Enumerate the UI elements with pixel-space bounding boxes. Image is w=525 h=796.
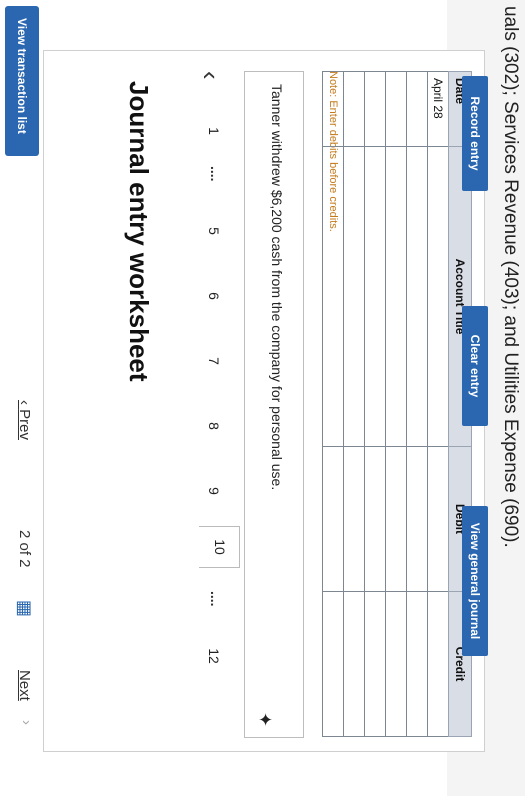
page-indicator: 2 of 2 (16, 530, 33, 568)
debit-input[interactable] (364, 446, 386, 592)
credit-input[interactable] (364, 591, 386, 737)
pager-item[interactable]: 7 (206, 341, 222, 381)
account-title-select[interactable] (343, 146, 365, 447)
table-row (385, 71, 407, 737)
journal-entry-panel: Journal entry worksheet ‹ 1 .... 5 6 7 8… (43, 50, 488, 752)
date-cell (385, 71, 407, 147)
pager-ellipsis: .... (208, 166, 224, 182)
debit-input[interactable] (385, 446, 407, 592)
debit-input[interactable] (406, 446, 428, 592)
debit-input[interactable] (343, 446, 365, 592)
pager-item[interactable]: 9 (206, 471, 222, 511)
record-entry-button[interactable]: Record entry (462, 76, 488, 191)
screen: uals (302); Services Revenue (403); and … (0, 0, 525, 796)
credit-input[interactable] (385, 591, 407, 737)
next-link[interactable]: Next (16, 670, 33, 701)
table-row: April 28 (427, 71, 449, 737)
pager-item[interactable]: 5 (206, 211, 222, 251)
pager-item-last[interactable]: 12 (206, 636, 222, 676)
view-transaction-list-button[interactable]: View transaction list (5, 6, 39, 156)
account-title-select[interactable] (406, 146, 428, 447)
clear-entry-button[interactable]: Clear entry (462, 306, 488, 426)
debit-input[interactable] (427, 446, 449, 592)
table-row (322, 71, 344, 737)
transaction-text: Tanner withdrew $6,200 cash from the com… (269, 84, 285, 491)
table-row (364, 71, 386, 737)
instruction-partial: uals (302); Services Revenue (403); and … (500, 6, 521, 548)
credit-input[interactable] (322, 591, 344, 737)
entry-pager: ‹ 1 .... 5 6 7 8 9 10 .... 12 (184, 71, 244, 751)
cursor-icon: ✦ (255, 712, 275, 728)
table-row (343, 71, 365, 737)
date-cell (343, 71, 365, 147)
pager-item[interactable]: 8 (206, 406, 222, 446)
pager-item-first[interactable]: 1 (206, 111, 222, 151)
journal-entry-table: Date Account Title Debit Credit April 28 (322, 71, 472, 737)
prev-link[interactable]: ‹ Prev (16, 400, 33, 440)
date-cell (406, 71, 428, 147)
transaction-description-box: Tanner withdrew $6,200 cash from the com… (244, 71, 304, 738)
pager-ellipsis: .... (208, 591, 224, 607)
account-title-select[interactable] (385, 146, 407, 447)
page-title: Journal entry worksheet (124, 81, 154, 382)
question-navigation: ‹ Prev 2 of 2 ▦ Next › (9, 400, 37, 740)
credit-input[interactable] (406, 591, 428, 737)
grid-icon[interactable]: ▦ (14, 600, 35, 617)
entry-action-buttons: Record entry Clear entry View general jo… (458, 76, 488, 736)
date-cell (322, 71, 344, 147)
account-title-select[interactable] (322, 146, 344, 447)
prev-label: Prev (16, 409, 33, 441)
account-title-select[interactable] (364, 146, 386, 447)
pager-item-active[interactable]: 10 (199, 526, 240, 568)
pager-item[interactable]: 6 (206, 276, 222, 316)
chevron-left-icon[interactable]: ‹ (195, 71, 226, 80)
date-cell (364, 71, 386, 147)
credit-input[interactable] (427, 591, 449, 737)
table-row (406, 71, 428, 737)
date-cell: April 28 (427, 71, 449, 147)
account-title-select[interactable] (427, 146, 449, 447)
view-general-journal-button[interactable]: View general journal (462, 506, 488, 656)
chevron-right-icon[interactable]: › (18, 720, 35, 725)
credit-input[interactable] (343, 591, 365, 737)
debit-input[interactable] (322, 446, 344, 592)
